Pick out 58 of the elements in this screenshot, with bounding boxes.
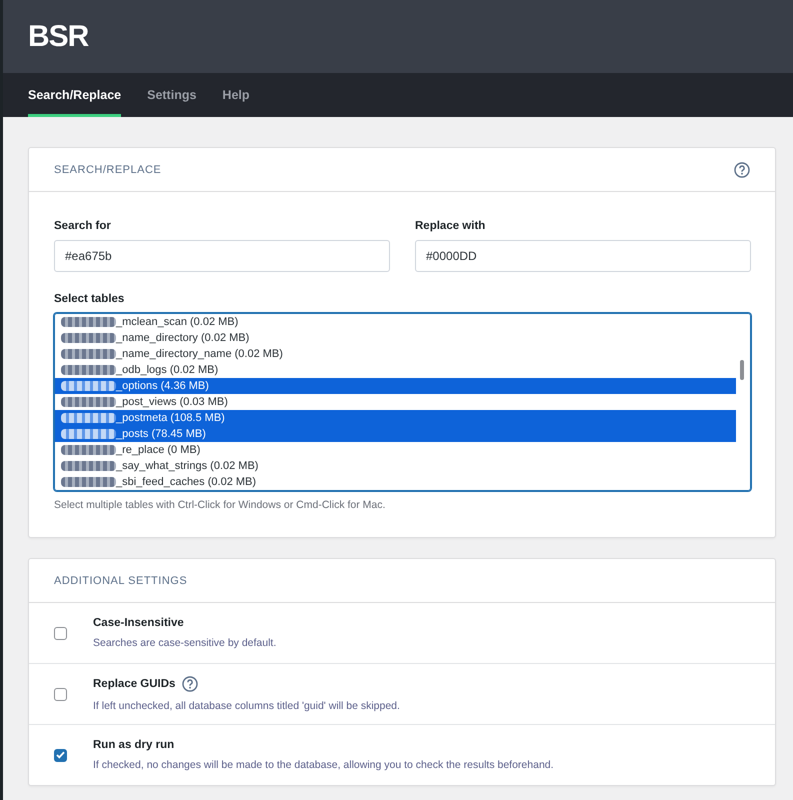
table-name[interactable]: _postmeta (108.5 MB) xyxy=(116,412,225,424)
redaction-mark xyxy=(61,317,116,327)
table-option[interactable]: _posts (78.45 MB) xyxy=(55,426,736,442)
table-name[interactable]: _post_views (0.03 MB) xyxy=(116,396,228,408)
table-name[interactable]: _posts (78.45 MB) xyxy=(116,428,206,440)
nav-tab[interactable]: Settings xyxy=(147,73,196,117)
table-name[interactable]: _name_directory_name (0.02 MB) xyxy=(116,348,283,360)
redaction-mark xyxy=(61,333,116,343)
redaction-mark xyxy=(61,349,116,359)
search-input[interactable]: #ea675b xyxy=(54,240,390,272)
option-label: Run as dry run xyxy=(93,739,174,751)
replace-input[interactable]: #0000DD xyxy=(415,240,751,272)
table-name[interactable]: _name_directory (0.02 MB) xyxy=(116,332,250,344)
tables-label: Select tables xyxy=(54,293,126,305)
table-name[interactable]: _options (4.36 MB) xyxy=(116,380,209,392)
redaction-mark xyxy=(61,461,116,471)
table-option[interactable]: _re_place (0 MB) xyxy=(55,442,736,458)
table-name[interactable]: _re_place (0 MB) xyxy=(116,444,200,456)
table-option[interactable]: _postmeta (108.5 MB) xyxy=(55,410,736,426)
redaction-mark xyxy=(61,381,116,391)
table-option[interactable]: _options (4.36 MB) xyxy=(55,378,736,394)
table-name[interactable]: _odb_logs (0.02 MB) xyxy=(116,364,218,376)
card-title: ADDITIONAL SETTINGS xyxy=(54,574,188,586)
card-title: SEARCH/REPLACE xyxy=(54,164,162,176)
search-label: Search for xyxy=(54,220,112,232)
nav-tab[interactable]: Search/Replace xyxy=(28,73,122,117)
tables-listbox[interactable] xyxy=(54,313,751,491)
redaction-mark xyxy=(61,477,116,487)
table-option[interactable]: _sbi_feed_caches (0.02 MB) xyxy=(55,474,736,490)
scrollbar-thumb[interactable] xyxy=(740,360,744,380)
logo: BSR xyxy=(28,20,88,54)
checkbox[interactable] xyxy=(54,626,67,640)
option-label: Replace GUIDs xyxy=(93,678,176,690)
option-label: Case-Insensitive xyxy=(93,617,184,629)
table-option[interactable]: _odb_logs (0.02 MB) xyxy=(55,362,736,378)
table-option[interactable]: _name_directory (0.02 MB) xyxy=(55,330,736,346)
help-icon[interactable] xyxy=(182,676,198,692)
checkbox[interactable] xyxy=(54,688,67,700)
option-description: If checked, no changes will be made to the database, allowing you to check the results beforehand. xyxy=(93,759,554,771)
option-description: If left unchecked, all database columns titled 'guid' will be skipped. xyxy=(93,700,400,712)
table-name[interactable]: _mclean_scan (0.02 MB) xyxy=(116,316,238,328)
table-name[interactable]: _sbi_feed_caches (0.02 MB) xyxy=(116,476,256,488)
table-option[interactable]: _say_what_strings (0.02 MB) xyxy=(55,458,736,474)
table-name[interactable]: _say_what_strings (0.02 MB) xyxy=(116,460,258,472)
redaction-mark xyxy=(61,413,116,423)
redaction-mark xyxy=(61,429,116,439)
table-option[interactable]: _mclean_scan (0.02 MB) xyxy=(55,314,736,330)
checkbox[interactable] xyxy=(54,748,67,762)
option-description: Searches are case-sensitive by default. xyxy=(93,637,276,649)
nav-tab[interactable]: Help xyxy=(222,73,250,117)
redaction-mark xyxy=(61,445,116,455)
redaction-mark xyxy=(61,397,116,407)
table-option[interactable]: _post_views (0.03 MB) xyxy=(55,394,736,410)
redaction-mark xyxy=(61,365,116,375)
tables-hint: Select multiple tables with Ctrl-Click for Windows or Cmd-Click for Mac. xyxy=(54,499,386,511)
table-option[interactable]: _name_directory_name (0.02 MB) xyxy=(55,346,736,362)
help-icon[interactable] xyxy=(734,162,750,178)
replace-label: Replace with xyxy=(415,220,486,232)
